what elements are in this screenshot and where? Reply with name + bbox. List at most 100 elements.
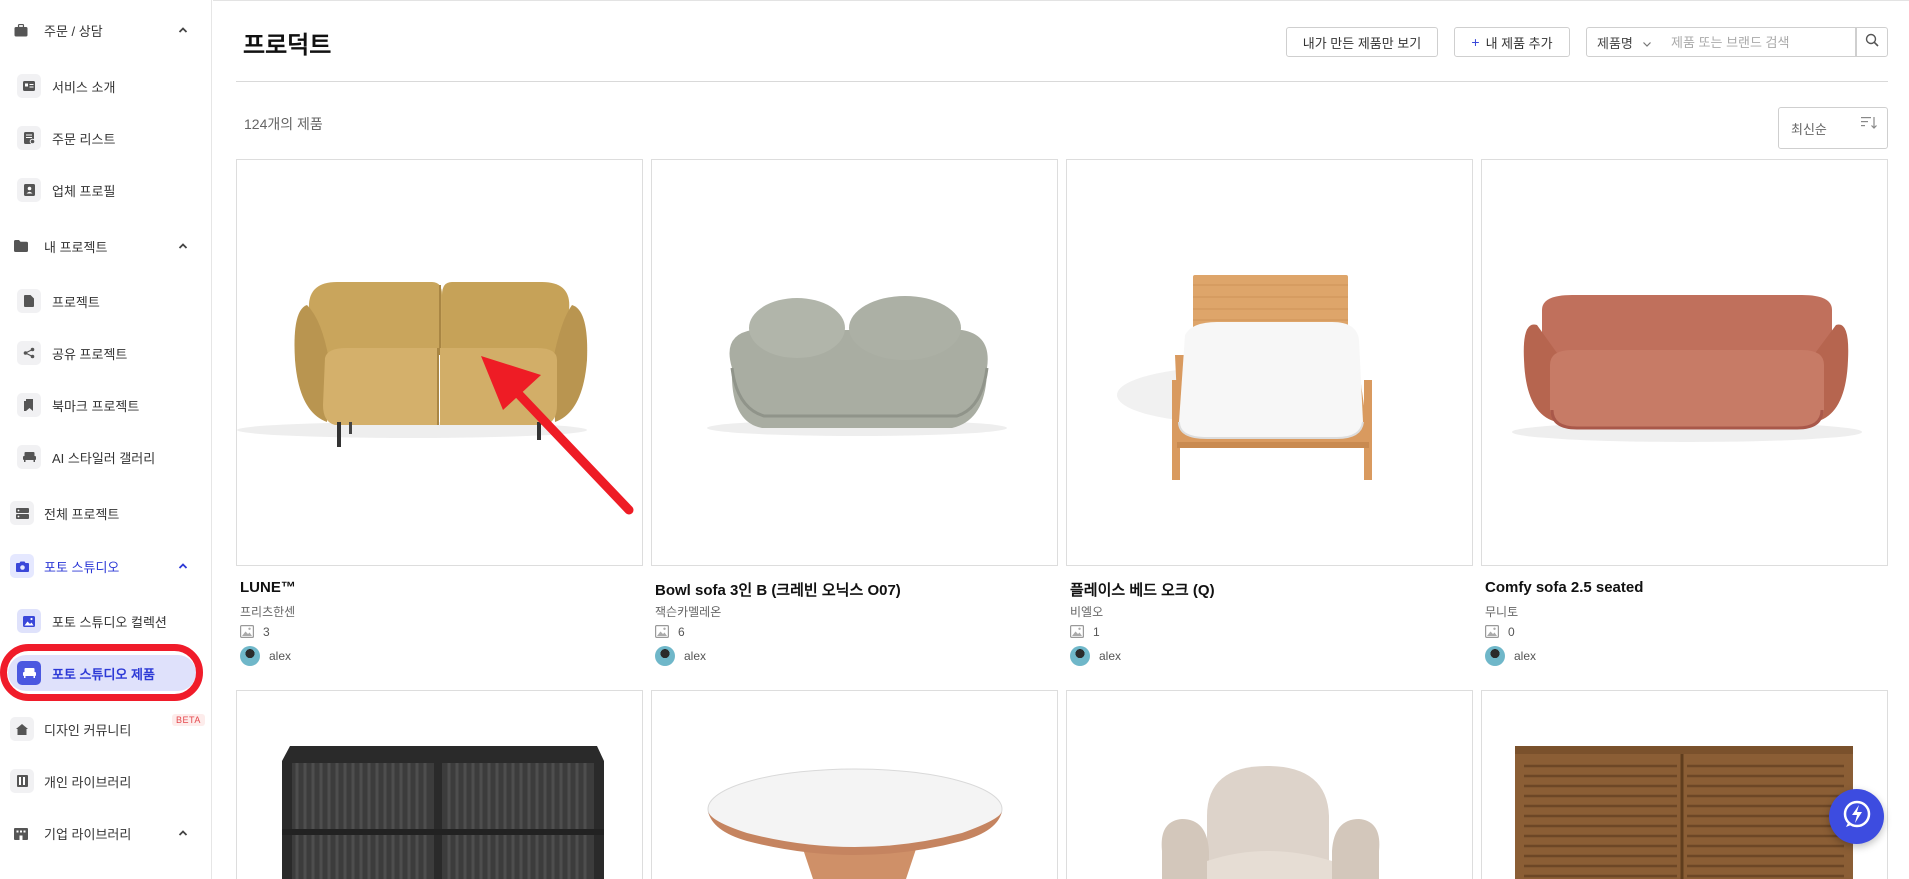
image-count: 3 [263,625,270,639]
sidebar-item-label: 디자인 커뮤니티 [44,722,132,738]
sidebar-item-label: 주문 리스트 [52,131,116,147]
add-my-product-button[interactable]: + 내 제품 추가 [1454,27,1570,57]
sidebar-item-label: 개인 라이브러리 [44,774,132,790]
sidebar-item-service-intro[interactable]: 서비스 소개 [0,69,212,103]
main-content: 프로덕트 내가 만든 제품만 보기 + 내 제품 추가 제품명 124개의 제품… [213,0,1909,879]
camera-icon [10,554,34,578]
product-brand: 프리츠한센 [240,605,296,619]
chevron-up-icon[interactable] [176,826,190,840]
sidebar-item-label: 업체 프로필 [52,183,116,199]
image-count: 1 [1093,625,1100,639]
product-brand: 무니토 [1485,605,1519,619]
product-name: LUNE™ [240,579,296,596]
chat-bolt-icon [1842,799,1872,834]
product-owner: alex [1514,649,1537,663]
home-icon [10,717,34,741]
sidebar-item-all-projects[interactable]: 전체 프로젝트 [0,496,212,530]
search-field-value: 제품명 [1597,35,1633,51]
sidebar-item-label: 프로젝트 [52,294,100,310]
search-button[interactable] [1856,27,1888,57]
sofa-icon [17,661,41,685]
sidebar-group-orders[interactable]: 주문 / 상담 [0,13,212,47]
my-products-only-button[interactable]: 내가 만든 제품만 보기 [1286,27,1438,57]
product-card[interactable] [236,690,643,879]
product-card[interactable]: 플레이스 베드 오크 (Q) 비엘오 1 alex [1066,159,1473,669]
avatar [655,646,675,666]
sidebar-item-projects[interactable]: 프로젝트 [0,284,212,318]
annotation-red-arrow [481,356,634,515]
sidebar-item-ai-styler-gallery[interactable]: AI 스타일러 갤러리 [0,440,212,474]
product-name: 플레이스 베드 오크 (Q) [1070,582,1215,599]
image-icon [240,625,255,643]
sidebar: 주문 / 상담 서비스 소개 주문 리스트 업체 프로필 내 프로젝트 프로젝트… [0,0,212,879]
product-card[interactable]: Bowl sofa 3인 B (크레빈 오닉스 O07) 잭슨카멜레온 6 al… [651,159,1058,669]
search-icon [1865,33,1879,52]
plus-icon: + [1471,34,1480,50]
folder-icon [13,238,29,254]
sidebar-group-label: 포토 스튜디오 [44,559,120,575]
avatar [1070,646,1090,666]
image-icon [1485,625,1500,643]
sort-select[interactable]: 최신순 [1778,107,1888,149]
image-count: 6 [678,625,685,639]
product-owner: alex [684,649,707,663]
product-name: Bowl sofa 3인 B (크레빈 오닉스 O07) [655,582,901,599]
chevron-down-icon [1642,37,1652,52]
product-image [1066,159,1473,566]
product-card[interactable] [1481,690,1888,879]
sidebar-item-company-profile[interactable]: 업체 프로필 [0,173,212,207]
product-card[interactable]: Comfy sofa 2.5 seated 무니토 0 alex [1481,159,1888,669]
add-button-label: 내 제품 추가 [1485,35,1553,51]
product-image [651,159,1058,566]
id-card-icon [17,74,41,98]
product-name: Comfy sofa 2.5 seated [1485,579,1644,596]
chat-support-button[interactable] [1829,789,1884,844]
beta-badge: BETA [172,714,205,726]
briefcase-icon [13,22,29,38]
library-icon [10,769,34,793]
chevron-up-icon[interactable] [176,23,190,37]
image-count: 0 [1508,625,1515,639]
chevron-up-icon[interactable] [176,239,190,253]
sidebar-group-label: 주문 / 상담 [44,23,103,39]
sidebar-group-enterprise-library[interactable]: 기업 라이브러리 [0,816,212,850]
server-icon [10,501,34,525]
product-brand: 비엘오 [1070,605,1104,619]
sidebar-item-label: 공유 프로젝트 [52,346,128,362]
sidebar-item-photo-studio-collection[interactable]: 포토 스튜디오 컬렉션 [0,604,212,638]
receipt-icon [17,126,41,150]
sidebar-item-label: AI 스타일러 갤러리 [52,450,156,466]
product-card[interactable] [651,690,1058,879]
search-field-select[interactable]: 제품명 [1586,27,1662,57]
page-title: 프로덕트 [243,32,332,59]
product-image [1481,690,1888,879]
sidebar-item-shared-projects[interactable]: 공유 프로젝트 [0,336,212,370]
sidebar-item-order-list[interactable]: 주문 리스트 [0,121,212,155]
chevron-up-icon[interactable] [176,559,190,573]
sidebar-group-label: 내 프로젝트 [44,239,108,255]
product-owner: alex [1099,649,1122,663]
sidebar-item-label: 포토 스튜디오 제품 [52,666,155,682]
sort-icon [1861,116,1877,133]
image-icon [1070,625,1085,643]
sidebar-item-photo-studio-products[interactable]: 포토 스튜디오 제품 [0,656,212,690]
sidebar-item-label: 전체 프로젝트 [44,506,120,522]
sidebar-item-bookmark-projects[interactable]: 북마크 프로젝트 [0,388,212,422]
top-border [213,0,1909,1]
sidebar-item-personal-library[interactable]: 개인 라이브러리 [0,764,212,798]
sidebar-group-my-projects[interactable]: 내 프로젝트 [0,229,212,263]
avatar [1485,646,1505,666]
sidebar-item-label: 포토 스튜디오 컬렉션 [52,614,167,630]
sidebar-item-label: 북마크 프로젝트 [52,398,140,414]
header-divider [236,81,1888,82]
building-icon [13,825,29,841]
product-card[interactable] [1066,690,1473,879]
sidebar-group-photo-studio[interactable]: 포토 스튜디오 [0,549,212,583]
sidebar-group-label: 기업 라이브러리 [44,826,132,842]
sort-value: 최신순 [1791,121,1827,137]
contact-icon [17,178,41,202]
image-icon [655,625,670,643]
share-icon [17,341,41,365]
search-input[interactable] [1661,27,1856,57]
product-owner: alex [269,649,292,663]
